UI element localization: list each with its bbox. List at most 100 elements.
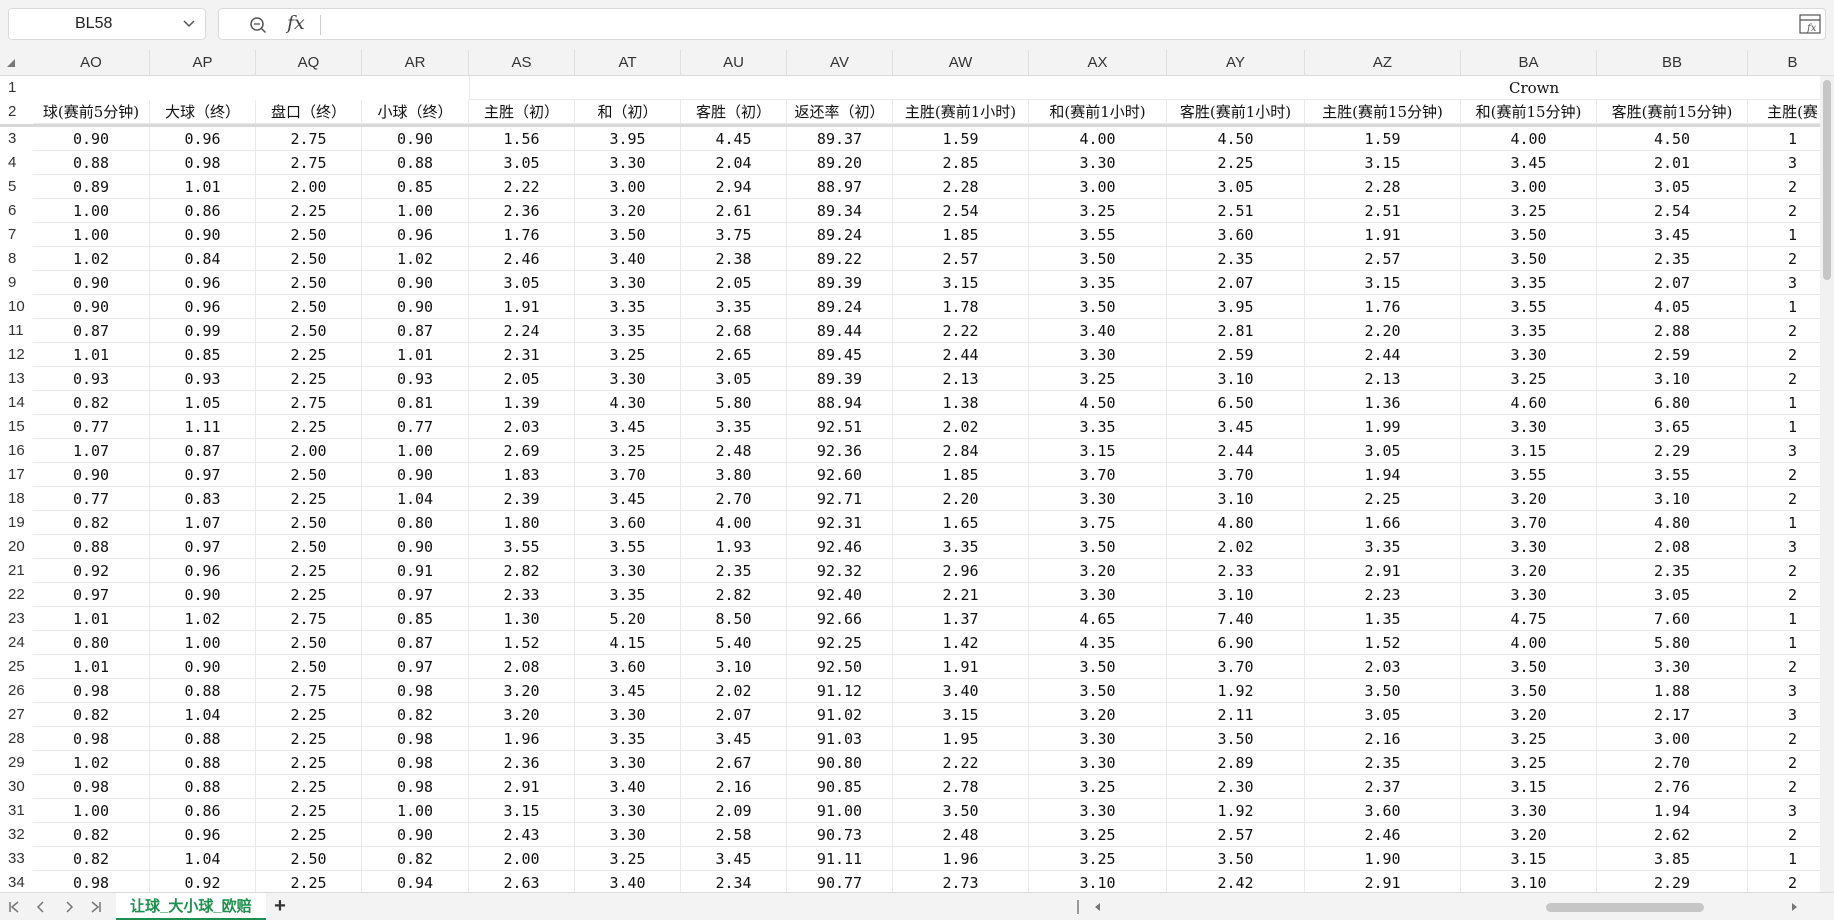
table-cell[interactable]: 2.50 [256, 247, 362, 271]
table-cell[interactable]: 2.39 [469, 487, 575, 511]
table-cell[interactable]: 1 [1748, 631, 1820, 655]
table-cell[interactable]: 1.30 [469, 607, 575, 631]
table-cell[interactable]: 2.63 [469, 871, 575, 892]
table-cell[interactable]: 2.20 [893, 487, 1029, 511]
table-cell[interactable]: 2 [1748, 559, 1820, 583]
table-cell[interactable]: 0.88 [150, 751, 256, 775]
table-cell[interactable]: 0.99 [150, 319, 256, 343]
table-cell[interactable]: 1 [1748, 415, 1820, 439]
table-cell[interactable]: 2.00 [256, 439, 362, 463]
table-cell[interactable]: 1.92 [1167, 679, 1305, 703]
table-cell[interactable]: 2.46 [469, 247, 575, 271]
table-cell[interactable]: 2 [1748, 247, 1820, 271]
table-cell[interactable]: 5.80 [681, 391, 787, 415]
name-box[interactable]: BL58 [8, 8, 206, 40]
table-cell[interactable]: 2.50 [256, 271, 362, 295]
table-cell[interactable]: 3 [1748, 703, 1820, 727]
table-cell[interactable]: 1.95 [893, 727, 1029, 751]
table-cell[interactable]: 3.40 [1029, 319, 1167, 343]
table-cell[interactable]: 1.02 [362, 247, 469, 271]
table-cell[interactable]: 0.90 [150, 655, 256, 679]
table-cell[interactable]: 0.85 [362, 175, 469, 199]
table-cell[interactable]: 0.82 [33, 847, 150, 871]
table-cell[interactable]: 4.05 [1597, 295, 1748, 319]
table-cell[interactable]: 2.59 [1167, 343, 1305, 367]
table-cell[interactable]: 3.30 [575, 271, 681, 295]
table-cell[interactable]: 3.30 [575, 799, 681, 823]
row-header[interactable]: 5 [0, 175, 33, 199]
table-cell[interactable]: 0.80 [33, 631, 150, 655]
table-cell[interactable]: 2.54 [893, 199, 1029, 223]
table-cell[interactable]: 91.02 [787, 703, 893, 727]
column-header[interactable]: AQ [256, 50, 362, 75]
table-cell[interactable]: 2.20 [1305, 319, 1461, 343]
table-cell[interactable]: 3.45 [1597, 223, 1748, 247]
table-cell[interactable]: 3.50 [1461, 223, 1597, 247]
table-cell[interactable]: 92.36 [787, 439, 893, 463]
table-cell[interactable]: 3.30 [1461, 415, 1597, 439]
table-cell[interactable]: 1.80 [469, 511, 575, 535]
table-cell[interactable]: 92.31 [787, 511, 893, 535]
table-cell[interactable]: 1.99 [1305, 415, 1461, 439]
table-cell[interactable]: 2 [1748, 823, 1820, 847]
table-cell[interactable]: 0.82 [33, 703, 150, 727]
table-cell[interactable]: 2.25 [256, 559, 362, 583]
table-cell[interactable]: 0.88 [33, 535, 150, 559]
row-header[interactable]: 14 [0, 391, 33, 415]
table-cell[interactable]: 3.55 [575, 535, 681, 559]
header-cell[interactable]: 客胜(赛前15分钟) [1597, 100, 1748, 124]
table-cell[interactable]: 92.50 [787, 655, 893, 679]
table-cell[interactable]: 0.88 [150, 679, 256, 703]
last-sheet-icon[interactable] [86, 899, 104, 915]
table-cell[interactable]: 2.33 [1167, 559, 1305, 583]
row-header[interactable]: 13 [0, 367, 33, 391]
table-cell[interactable]: 1.02 [150, 607, 256, 631]
table-cell[interactable]: 3.10 [1167, 583, 1305, 607]
header-cell[interactable]: 主胜(赛前1小时) [893, 100, 1029, 124]
table-cell[interactable]: 3.15 [1461, 775, 1597, 799]
table-cell[interactable]: 1.04 [362, 487, 469, 511]
table-cell[interactable]: 3.15 [893, 271, 1029, 295]
add-sheet-button[interactable]: + [270, 896, 290, 916]
column-header[interactable]: AS [469, 50, 575, 75]
table-cell[interactable]: 3.25 [1029, 199, 1167, 223]
table-cell[interactable]: 3.20 [1461, 823, 1597, 847]
table-cell[interactable]: 2 [1748, 583, 1820, 607]
table-cell[interactable]: 0.98 [362, 775, 469, 799]
table-cell[interactable]: 2.11 [1167, 703, 1305, 727]
table-cell[interactable]: 3.10 [1167, 487, 1305, 511]
cell-grid[interactable]: 1 Crown 2 球(赛前5分钟) 大球（终） 盘口（终） 小球（终） 主胜（初） 和（… [0, 76, 1820, 892]
table-cell[interactable]: 1.02 [33, 247, 150, 271]
table-cell[interactable]: 3.30 [575, 751, 681, 775]
table-cell[interactable]: 3.15 [1305, 271, 1461, 295]
table-cell[interactable]: 2.89 [1167, 751, 1305, 775]
table-cell[interactable]: 2.42 [1167, 871, 1305, 892]
table-cell[interactable]: 3.60 [1305, 799, 1461, 823]
table-cell[interactable]: 2 [1748, 343, 1820, 367]
table-cell[interactable]: 4.35 [1029, 631, 1167, 655]
table-cell[interactable]: 4.00 [681, 511, 787, 535]
table-cell[interactable]: 0.88 [150, 775, 256, 799]
crown-group-cell[interactable] [469, 76, 1820, 100]
table-cell[interactable]: 3 [1748, 535, 1820, 559]
table-cell[interactable]: 0.96 [150, 295, 256, 319]
table-cell[interactable]: 92.32 [787, 559, 893, 583]
table-cell[interactable]: 6.50 [1167, 391, 1305, 415]
table-cell[interactable]: 2.73 [893, 871, 1029, 892]
row-header[interactable]: 24 [0, 631, 33, 655]
table-cell[interactable]: 2.50 [256, 319, 362, 343]
table-cell[interactable]: 4.00 [1461, 631, 1597, 655]
table-cell[interactable]: 0.90 [33, 271, 150, 295]
table-cell[interactable]: 0.97 [362, 583, 469, 607]
table-cell[interactable]: 2.13 [893, 367, 1029, 391]
table-cell[interactable]: 2.22 [893, 319, 1029, 343]
table-cell[interactable]: 1.85 [893, 223, 1029, 247]
table-cell[interactable]: 0.98 [362, 751, 469, 775]
table-cell[interactable]: 0.98 [33, 727, 150, 751]
table-cell[interactable]: 3.30 [1461, 535, 1597, 559]
table-cell[interactable]: 1 [1748, 127, 1820, 151]
table-cell[interactable]: 2.13 [1305, 367, 1461, 391]
table-cell[interactable]: 1.37 [893, 607, 1029, 631]
table-cell[interactable]: 0.89 [33, 175, 150, 199]
table-cell[interactable]: 3.00 [1029, 175, 1167, 199]
